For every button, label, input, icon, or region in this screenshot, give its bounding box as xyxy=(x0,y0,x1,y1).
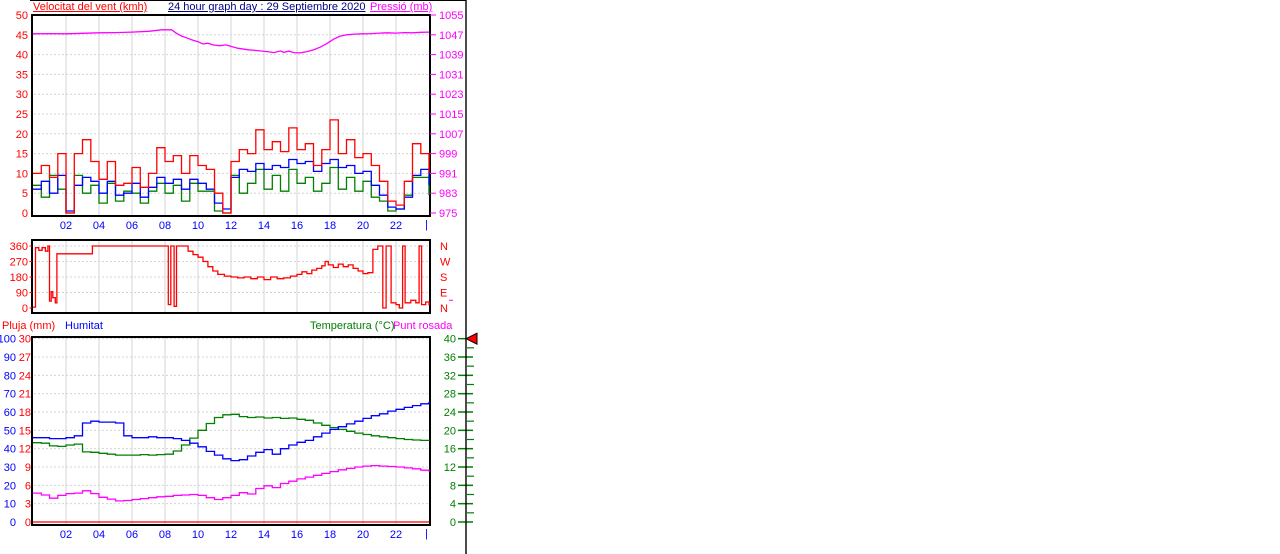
pressure-axis-tick-label: 1015 xyxy=(439,109,463,121)
humidity-axis-tick-label: 70 xyxy=(4,389,16,401)
marker-arrow-icon xyxy=(464,332,478,345)
x-axis-end-marker: | xyxy=(425,219,428,231)
hour-tick-label: 10 xyxy=(192,220,204,232)
humidity-axis-tick-label: 60 xyxy=(4,407,16,419)
temperature-axis-tick-label: 20 xyxy=(444,425,456,437)
compass-letter: N xyxy=(440,303,448,315)
hour-tick-label: 14 xyxy=(258,529,270,541)
wind-axis-tick-label: 25 xyxy=(16,109,28,121)
wind-axis-tick-label: 0 xyxy=(22,208,28,220)
pressure-axis-tick-label: 1023 xyxy=(439,89,463,101)
direction-axis-tick-label: 360 xyxy=(10,241,28,253)
wind-axis-tick-label: 5 xyxy=(22,188,28,200)
humidity-axis-tick-label: 20 xyxy=(4,480,16,492)
compass-letter: N xyxy=(440,241,448,253)
rain-axis-tick-label: 12 xyxy=(19,444,31,456)
humidity-axis-tick-label: 30 xyxy=(4,462,16,474)
temperature-axis-tick-label: 28 xyxy=(444,389,456,401)
charts-canvas: 0510152025303540455097598399199910071015… xyxy=(0,0,478,554)
rain-axis-tick-label: 27 xyxy=(19,352,31,364)
direction-axis-tick-label: 90 xyxy=(16,288,28,300)
pressure-axis-tick-label: 1031 xyxy=(439,69,463,81)
temperature-axis-tick-label: 0 xyxy=(450,517,456,529)
wind-axis-tick-label: 35 xyxy=(16,69,28,81)
hour-tick-label: 18 xyxy=(324,529,336,541)
hour-tick-label: 16 xyxy=(291,220,303,232)
hour-tick-label: 06 xyxy=(126,220,138,232)
temperature-axis-tick-label: 8 xyxy=(450,480,456,492)
wind-axis-tick-label: 20 xyxy=(16,129,28,141)
pressure-axis-tick-label: 983 xyxy=(439,188,457,200)
humidity-axis-tick-label: 80 xyxy=(4,370,16,382)
compass-letter: E xyxy=(440,288,447,300)
x-axis-end-marker: | xyxy=(425,528,428,540)
hour-tick-label: 06 xyxy=(126,529,138,541)
rain-axis-tick-label: 15 xyxy=(19,425,31,437)
wind-axis-tick-label: 15 xyxy=(16,149,28,161)
humidity-axis-tick-label: 10 xyxy=(4,499,16,511)
hour-tick-label: 12 xyxy=(225,220,237,232)
rain-axis-tick-label: 0 xyxy=(25,517,31,529)
pressure-axis-tick-label: 1007 xyxy=(439,129,463,141)
dewpoint-series-label: Punt rosada xyxy=(393,320,453,332)
hour-tick-label: 02 xyxy=(60,529,72,541)
compass-letter: W xyxy=(440,257,451,269)
direction-axis-tick-label: 0 xyxy=(22,303,28,315)
weather-graph-page: 0 5 10 15 20 25 30 35 40 45 50 975 983 991 999 1007 1015… xyxy=(0,0,1280,554)
hour-tick-label: 22 xyxy=(390,529,402,541)
pressure-axis-tick-label: 1055 xyxy=(439,10,463,22)
hour-tick-label: 10 xyxy=(192,529,204,541)
humidity-series-label: Humitat xyxy=(65,320,103,332)
humidity-axis-tick-label: 50 xyxy=(4,425,16,437)
temperature-axis-tick-label: 36 xyxy=(444,352,456,364)
hour-tick-label: 08 xyxy=(159,220,171,232)
compass-letter: S xyxy=(440,272,447,284)
pressure-axis-tick-label: 1039 xyxy=(439,50,463,62)
pressure-axis-tick-label: 975 xyxy=(439,208,457,220)
rain-axis-tick-label: 18 xyxy=(19,407,31,419)
temperature-axis-tick-label: 4 xyxy=(450,499,456,511)
pressure-axis-title: Pressió (mb) xyxy=(370,1,433,13)
rain-axis-tick-label: 30 xyxy=(19,334,31,346)
wind-axis-tick-label: 40 xyxy=(16,50,28,62)
pressure-axis-tick-label: 1047 xyxy=(439,30,463,42)
humidity-axis-tick-label: 100 xyxy=(0,334,16,346)
rain-axis-tick-label: 21 xyxy=(19,389,31,401)
direction-axis-tick-label: 270 xyxy=(10,257,28,269)
pressure-axis-tick-label: 999 xyxy=(439,149,457,161)
hour-tick-label: 02 xyxy=(60,220,72,232)
temperature-axis-tick-label: 12 xyxy=(444,462,456,474)
hour-tick-label: 16 xyxy=(291,529,303,541)
temperature-axis-tick-label: 32 xyxy=(444,370,456,382)
rain-axis-tick-label: 6 xyxy=(25,480,31,492)
hour-tick-label: 04 xyxy=(93,529,105,541)
rain-axis-tick-label: 9 xyxy=(25,462,31,474)
temperature-axis-tick-label: 24 xyxy=(444,407,456,419)
graph-title: 24 hour graph day : 29 Septiembre 2020 xyxy=(168,1,366,13)
temperature-axis-tick-label: 40 xyxy=(444,334,456,346)
humidity-axis-tick-label: 90 xyxy=(4,352,16,364)
hour-tick-label: 20 xyxy=(357,220,369,232)
wind-axis-tick-label: 30 xyxy=(16,89,28,101)
direction-axis-tick-label: 180 xyxy=(10,272,28,284)
temperature-series-label: Temperatura (°C) xyxy=(310,320,395,332)
rain-axis-tick-label: 24 xyxy=(19,370,31,382)
rain-axis-tick-label: 3 xyxy=(25,499,31,511)
hour-tick-label: 22 xyxy=(390,220,402,232)
rain-series-label: Pluja (mm) xyxy=(2,320,56,332)
hour-tick-label: 04 xyxy=(93,220,105,232)
wind-axis-tick-label: 50 xyxy=(16,10,28,22)
hour-tick-label: 14 xyxy=(258,220,270,232)
hour-tick-label: 18 xyxy=(324,220,336,232)
hour-tick-label: 12 xyxy=(225,529,237,541)
temperature-axis-tick-label: 16 xyxy=(444,444,456,456)
pressure-axis-tick-label: 991 xyxy=(439,168,457,180)
hour-tick-label: 08 xyxy=(159,529,171,541)
humidity-axis-tick-label: 0 xyxy=(10,517,16,529)
wind-axis-tick-label: 45 xyxy=(16,30,28,42)
wind-axis-tick-label: 10 xyxy=(16,168,28,180)
hour-tick-label: 20 xyxy=(357,529,369,541)
humidity-axis-tick-label: 40 xyxy=(4,444,16,456)
wind-axis-title: Velocitat del vent (kmh) xyxy=(33,1,148,13)
